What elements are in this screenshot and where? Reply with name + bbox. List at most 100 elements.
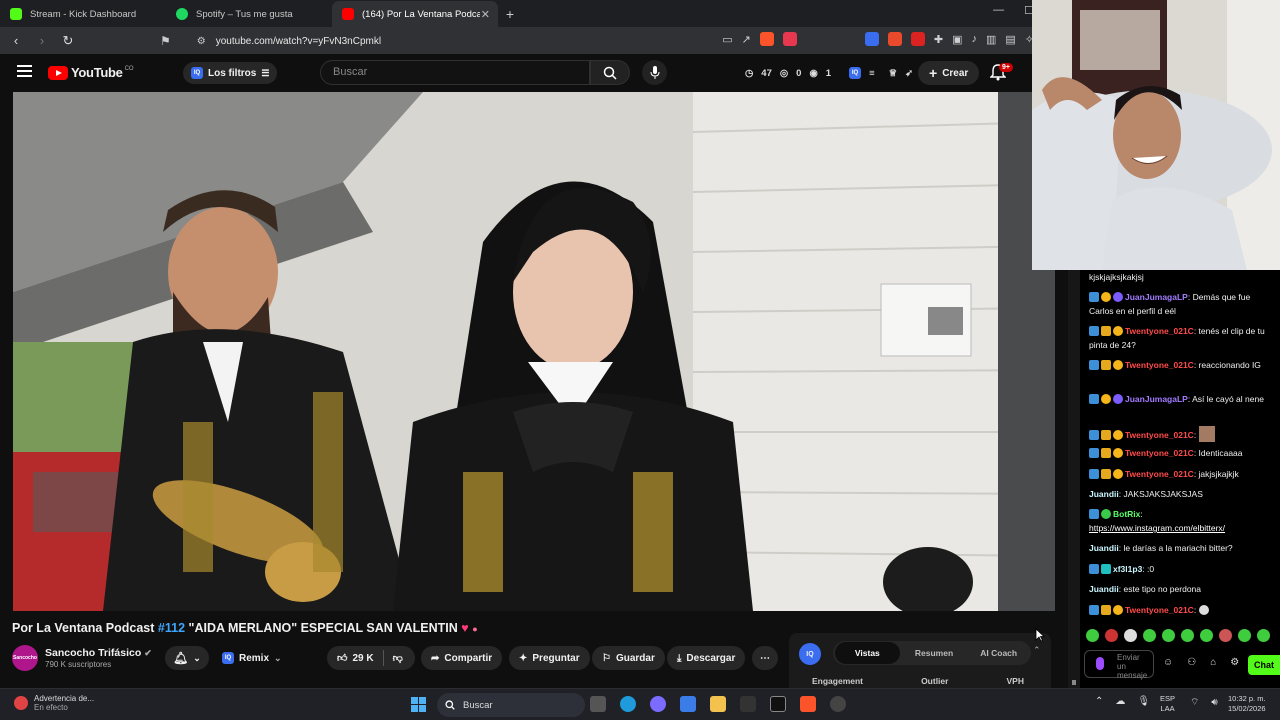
chat-username[interactable]: xf3l1p3 — [1113, 564, 1142, 574]
chat-input[interactable]: Enviar un mensaje — [1084, 650, 1154, 680]
chat-username[interactable]: Juandii — [1089, 543, 1119, 553]
tab-kick[interactable]: Stream - Kick Dashboard — [0, 1, 166, 27]
reload-icon[interactable]: ↻ — [58, 33, 78, 49]
chat-username[interactable]: JuanJumagaLP — [1125, 394, 1188, 404]
share-button[interactable]: ➦ Compartir — [421, 646, 503, 670]
obs-icon[interactable] — [830, 696, 846, 712]
share-icon[interactable]: ↗ — [742, 33, 751, 46]
terminal-icon[interactable] — [740, 696, 756, 712]
brave-shield-icon[interactable] — [759, 32, 774, 46]
capture-icon[interactable]: ▣ — [952, 33, 962, 46]
menu-icon[interactable] — [17, 65, 32, 80]
dislike-button[interactable]: 👎︎ — [393, 652, 403, 664]
like-button[interactable]: 👍︎ 29 K — [337, 652, 374, 665]
wifi-icon[interactable]: ⌔ — [1190, 696, 1199, 709]
chat-username[interactable]: Twentyone_021C — [1125, 430, 1194, 440]
forward-icon[interactable]: › — [32, 33, 52, 48]
music-icon[interactable]: ♪ — [971, 33, 977, 45]
channel-name[interactable]: Sancocho Trifásico ✔ — [45, 647, 152, 659]
capcut-icon[interactable] — [770, 696, 786, 712]
avatar[interactable]: Sancocho — [12, 645, 38, 671]
chat-username[interactable]: Twentyone_021C — [1125, 360, 1194, 370]
store-icon[interactable]: ⌂ — [1210, 657, 1216, 668]
emote-icon[interactable] — [1105, 629, 1118, 642]
tab-vistas[interactable]: Vistas — [835, 642, 900, 664]
chat-username[interactable]: Juandii — [1089, 489, 1119, 499]
tab-youtube[interactable]: (164) Por La Ventana Podcast ✕ — [332, 1, 498, 27]
chat-link[interactable]: https://www.instagram.com/elbitterx/ — [1089, 523, 1225, 533]
volume-icon[interactable]: 🔊︎ — [1211, 697, 1217, 708]
start-button[interactable] — [411, 697, 426, 712]
youtube-logo[interactable]: YouTube CO — [48, 65, 134, 80]
emote-icon[interactable] — [1124, 629, 1137, 642]
filters-button[interactable]: IQ Los filtros ☰ — [183, 62, 278, 84]
new-tab-button[interactable]: + — [498, 1, 522, 27]
bookmark-icon[interactable]: ⚑ — [160, 34, 171, 48]
chevron-up-icon[interactable]: ⌃ — [1095, 696, 1103, 707]
tab-ai-coach[interactable]: AI Coach — [966, 648, 1031, 658]
taskview-icon[interactable] — [590, 696, 606, 712]
tab-spotify[interactable]: Spotify – Tus me gusta — [166, 1, 332, 27]
emote-icon[interactable] — [1200, 629, 1213, 642]
close-tab-icon[interactable]: ✕ — [481, 8, 490, 21]
subscribe-bell-button[interactable]: 🔔︎ ⌄ — [165, 646, 209, 670]
url-field[interactable]: ⚑ ⚙ youtube.com/watch?v=yFvN3nCpmkl — [160, 31, 381, 51]
scroll-down-icon[interactable] — [1072, 680, 1076, 685]
edge-icon[interactable] — [620, 696, 636, 712]
save-button[interactable]: ⚐ Guardar — [592, 646, 665, 670]
download-button[interactable]: ⤓ Descargar — [667, 646, 746, 670]
more-actions-button[interactable]: ⋯ — [752, 646, 778, 670]
sidebar-icon[interactable]: ▥ — [986, 33, 996, 46]
chat-username[interactable]: Juandii — [1089, 584, 1119, 594]
people-icon[interactable]: ⚇ — [1187, 657, 1196, 668]
extension-icon[interactable] — [887, 32, 902, 46]
language-indicator[interactable]: ESP LAA — [1160, 694, 1175, 714]
rocket-icon[interactable]: ➶ — [905, 68, 913, 79]
screen-icon[interactable]: ▭ — [722, 33, 732, 46]
chat-username[interactable]: BotRix — [1113, 509, 1140, 519]
vidiq-stats[interactable]: ◷ 47 ◎ 0 ◉ 1 IQ ≡ ♕ ➶ — [745, 64, 913, 82]
ask-button[interactable]: ✦ Preguntar — [509, 646, 590, 670]
list-icon[interactable]: ≡ — [869, 68, 875, 79]
site-info-icon[interactable]: ⚙ — [197, 36, 206, 47]
chevron-up-icon[interactable]: ⌃ — [1033, 645, 1041, 656]
emote-icon[interactable] — [1162, 629, 1175, 642]
tab-resumen[interactable]: Resumen — [902, 648, 967, 658]
chat-username[interactable]: Twentyone_021C — [1125, 469, 1194, 479]
chat-username[interactable]: Twentyone_021C — [1125, 326, 1194, 336]
notification-widget[interactable]: Advertencia de... En efecto — [14, 694, 94, 712]
emote-icon[interactable] — [1086, 629, 1099, 642]
gear-icon[interactable]: ⚙ — [1230, 657, 1239, 668]
trophy-icon[interactable]: ♕ — [889, 68, 898, 79]
emote-icon[interactable] — [1219, 629, 1232, 642]
mic-icon[interactable]: 🎙︎ — [1137, 696, 1150, 707]
brave-icon[interactable] — [800, 696, 816, 712]
copilot-icon[interactable] — [650, 696, 666, 712]
chat-username[interactable]: Twentyone_021C — [1125, 448, 1194, 458]
minimize-icon[interactable]: — — [993, 4, 1004, 17]
voice-search-button[interactable] — [642, 60, 667, 85]
clock[interactable]: 10:32 p. m. 15/02/2026 — [1228, 694, 1266, 714]
emote-icon[interactable] — [1257, 629, 1270, 642]
title-hashtag[interactable]: #112 — [158, 621, 185, 635]
emote-icon[interactable] — [1181, 629, 1194, 642]
iq-icon[interactable]: IQ — [849, 67, 862, 79]
cloud-icon[interactable]: ☁ — [1115, 696, 1125, 707]
emote-icon[interactable] — [1238, 629, 1251, 642]
emote-icon[interactable] — [1143, 629, 1156, 642]
folder-icon[interactable] — [710, 696, 726, 712]
wallet-icon[interactable]: ▤ — [1005, 33, 1015, 46]
search-button[interactable] — [590, 60, 630, 85]
translate-ext-icon[interactable] — [864, 32, 879, 46]
emoji-icon[interactable]: ☺ — [1163, 657, 1173, 668]
store-icon[interactable] — [680, 696, 696, 712]
puzzle-icon[interactable]: ✚ — [934, 33, 943, 46]
taskbar-search[interactable]: Buscar — [437, 693, 585, 717]
chat-username[interactable]: Twentyone_021C — [1125, 605, 1194, 615]
remix-button[interactable]: IQ Remix ⌄ — [222, 646, 282, 670]
back-icon[interactable]: ‹ — [6, 33, 26, 48]
video-player[interactable] — [13, 92, 1055, 611]
search-input[interactable]: Buscar — [320, 60, 590, 85]
send-chat-button[interactable]: Chat — [1248, 655, 1280, 675]
create-button[interactable]: + Crear — [918, 61, 980, 85]
